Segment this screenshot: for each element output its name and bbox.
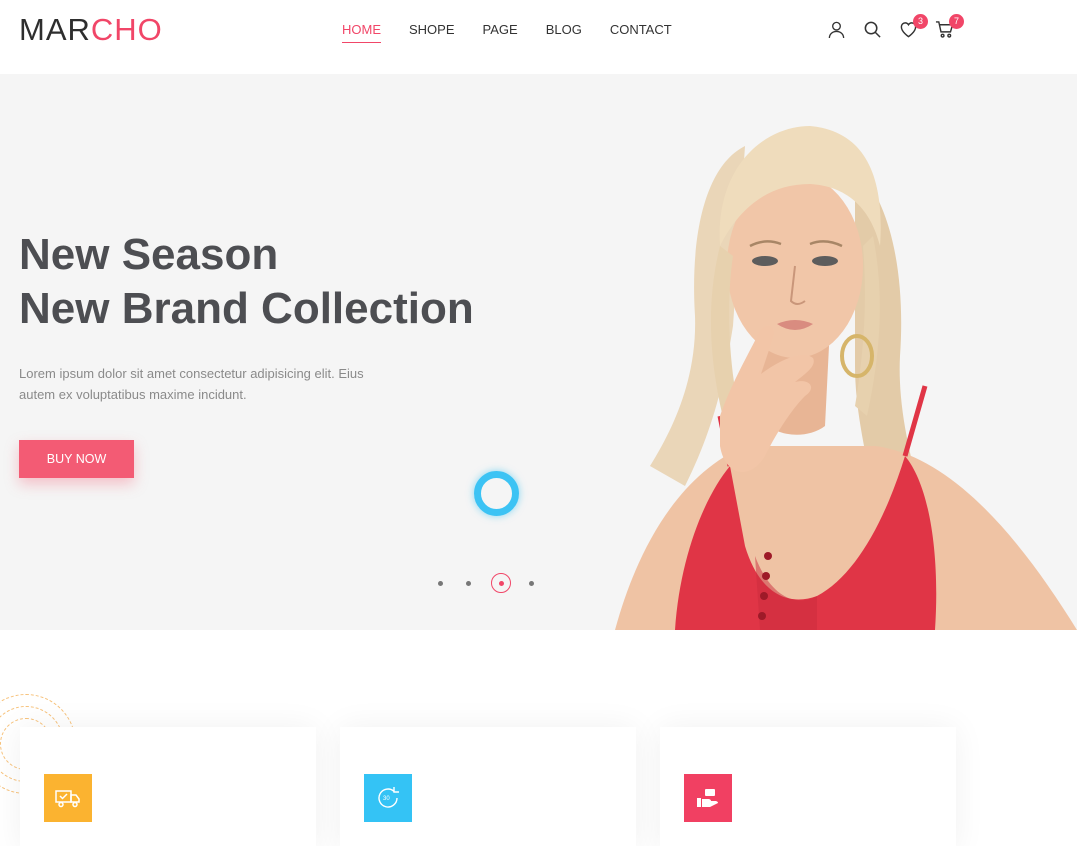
hero-model-image [615,126,1077,630]
nav-item-blog[interactable]: BLOG [546,22,582,43]
site-logo[interactable]: MARCHO [19,13,163,47]
slider-dot-1[interactable] [438,580,443,586]
logo-part-1: MAR [19,12,91,47]
service-card-secure-payment [660,727,956,846]
service-card-return: 30 [340,727,636,846]
slider-dot-4[interactable] [529,580,534,586]
search-icon[interactable] [862,18,882,40]
secure-payment-hand-icon [684,774,732,822]
return-30-day-icon: 30 [364,774,412,822]
nav-item-shope[interactable]: SHOPE [409,22,455,43]
wishlist-count-badge: 3 [913,14,928,29]
hero-title: New Season New Brand Collection [19,228,474,336]
delivery-truck-icon [44,774,92,822]
user-icon[interactable] [826,18,846,40]
logo-part-2: CHO [90,12,163,47]
nav-item-home[interactable]: HOME [342,22,381,43]
slider-dot-3-active[interactable] [491,573,511,593]
nav-item-page[interactable]: PAGE [483,22,518,43]
hero-title-line-2: New Brand Collection [19,284,474,333]
hero-slider: New Season New Brand Collection Lorem ip… [0,74,1077,630]
cart-count-badge: 7 [949,14,964,29]
main-nav: HOME SHOPE PAGE BLOG CONTACT [342,22,700,43]
decorative-ring [474,471,519,516]
svg-text:30: 30 [383,796,390,802]
slider-dot-2[interactable] [466,580,471,586]
site-header: MARCHO HOME SHOPE PAGE BLOG CONTACT 3 7 [0,0,1077,74]
buy-now-button[interactable]: BUY NOW [19,440,134,478]
cart-icon[interactable]: 7 [934,14,964,40]
heart-icon[interactable]: 3 [898,14,928,40]
hero-description: Lorem ipsum dolor sit amet consectetur a… [19,366,364,402]
service-card-delivery [20,727,316,846]
slider-pagination [438,573,557,593]
nav-item-contact[interactable]: CONTACT [610,22,672,43]
hero-title-line-1: New Season [19,230,279,279]
header-actions: 3 7 [826,14,970,40]
